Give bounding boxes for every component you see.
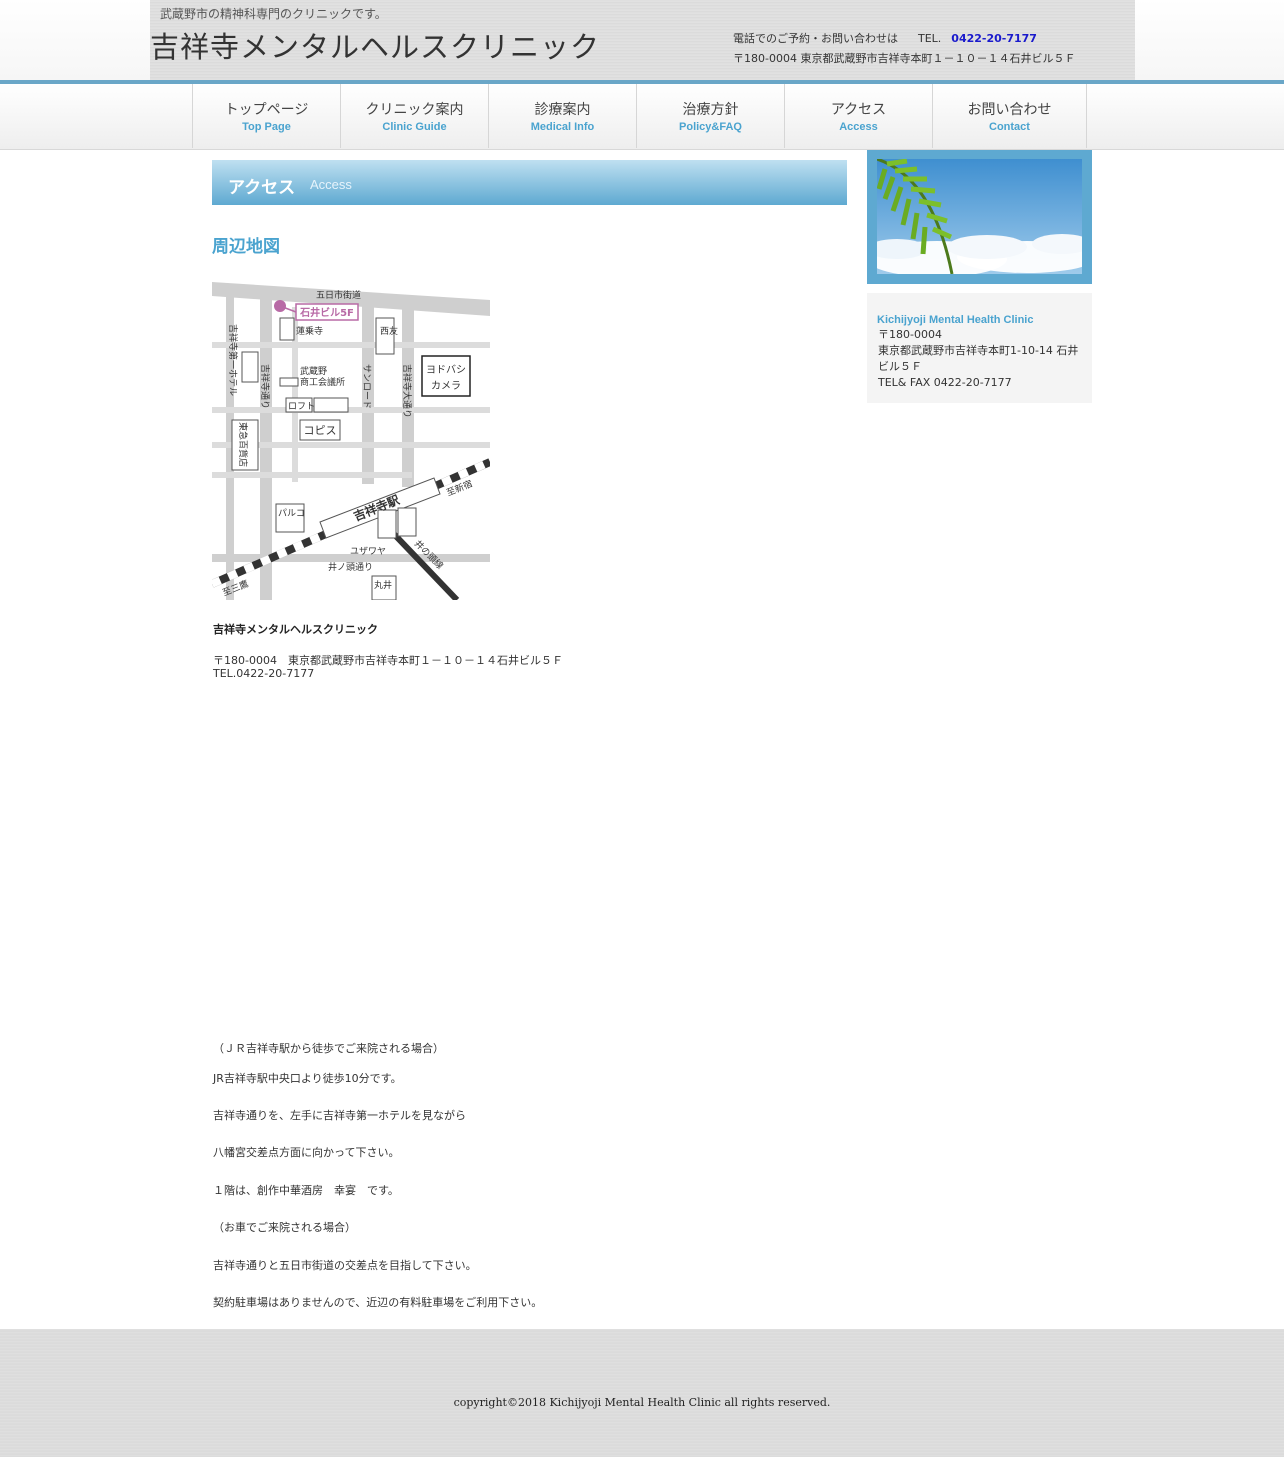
nav-label-jp: お問い合わせ xyxy=(967,102,1052,118)
header-contact: 電話でのご予約・お問い合わせは TEL. 0422-20-7177 xyxy=(733,30,1037,46)
header-address: 〒180-0004 東京都武蔵野市吉祥寺本町１－１０－１４石井ビル５Ｆ xyxy=(733,52,1076,65)
map-label-chamber: 商工会議所 xyxy=(300,376,345,388)
main-nav: トップページ Top Page クリニック案内 Clinic Guide 診療案… xyxy=(192,84,1087,148)
map-label-parco: パルコ xyxy=(278,508,305,519)
clinic-name: 吉祥寺メンタルヘルスクリニック xyxy=(213,623,378,636)
access-map: 五日市街道 石井ビル5F 蓮乗寺 西友 武蔵野 商工会議所 ヨドバシ カメラ ロ… xyxy=(212,282,490,600)
directions-line: 吉祥寺通りを、左手に吉祥寺第一ホテルを見ながら xyxy=(213,1109,466,1122)
nav-label-en: Clinic Guide xyxy=(382,121,447,133)
sidebar-info: Kichijyoji Mental Health Clinic 〒180-000… xyxy=(867,293,1092,403)
nav-label-en: Policy&FAQ xyxy=(679,121,742,133)
map-label-loft: ロフト xyxy=(288,402,315,412)
directions-line: １階は、創作中華酒房 幸宴 です。 xyxy=(213,1184,399,1197)
tel-label: TEL. xyxy=(918,32,942,45)
map-label-daiichi-hotel: 吉祥寺第一ホテル xyxy=(227,324,239,396)
map-label-coppice: コピス xyxy=(304,424,337,437)
directions-line: 八幡宮交差点方面に向かって下さい。 xyxy=(213,1146,400,1159)
nav-item-medical-info[interactable]: 診療案内 Medical Info xyxy=(489,84,637,148)
sidebar-photo-frame xyxy=(867,150,1092,284)
directions-line: （ＪＲ吉祥寺駅から徒歩でご来院される場合） xyxy=(213,1042,444,1055)
directions-line: JR吉祥寺駅中央口より徒歩10分です。 xyxy=(213,1072,402,1085)
sidebar-address: 東京都武蔵野市吉祥寺本町1-10-14 石井ビル５Ｆ xyxy=(878,344,1079,373)
site-title[interactable]: 吉祥寺メンタルヘルスクリニック xyxy=(150,24,600,66)
map-label-seiyu: 西友 xyxy=(380,325,398,337)
nav-label-jp: トップページ xyxy=(224,102,309,118)
nav-item-clinic-guide[interactable]: クリニック案内 Clinic Guide xyxy=(341,84,489,148)
directions-line: 契約駐車場はありませんので、近辺の有料駐車場をご利用下さい。 xyxy=(213,1296,543,1309)
map-label-camera: カメラ xyxy=(431,380,461,392)
nav-label-jp: アクセス xyxy=(830,102,887,118)
nav-item-policy-faq[interactable]: 治療方針 Policy&FAQ xyxy=(637,84,785,148)
map-clinic-building: 石井ビル5F xyxy=(299,306,354,319)
map-label-marui: 丸井 xyxy=(374,579,392,591)
nav-label-en: Top Page xyxy=(242,121,291,133)
header: 武蔵野市の精神科専門のクリニックです。 吉祥寺メンタルヘルスクリニック 電話での… xyxy=(150,0,1135,80)
nav-label-jp: 診療案内 xyxy=(534,102,591,118)
copyright: copyright©2018 Kichijyoji Mental Health … xyxy=(453,1396,831,1409)
map-label-yuzawaya: ユザワヤ xyxy=(350,546,386,557)
map-label-renjoji: 蓮乗寺 xyxy=(296,325,323,337)
sidebar-tel-fax: TEL& FAX 0422-20-7177 xyxy=(878,376,1012,389)
access-map-svg: 五日市街道 石井ビル5F 蓮乗寺 西友 武蔵野 商工会議所 ヨドバシ カメラ ロ… xyxy=(212,282,490,600)
clinic-address: 〒180-0004 東京都武蔵野市吉祥寺本町１－１０－１４石井ビル５Ｆ xyxy=(213,654,563,667)
sidebar-clinic-name: Kichijyoji Mental Health Clinic xyxy=(877,314,1034,326)
nav-item-top-page[interactable]: トップページ Top Page xyxy=(193,84,341,148)
directions-line: （お車でご来院される場合） xyxy=(213,1221,356,1234)
nav-label-en: Access xyxy=(839,121,878,133)
map-label-yodobashi: ヨドバシ xyxy=(426,364,466,376)
sidebar-postal: 〒180-0004 xyxy=(878,328,942,341)
page-heading-en: Access xyxy=(310,177,352,192)
clinic-tel: TEL.0422-20-7177 xyxy=(213,667,315,680)
nav-item-access[interactable]: アクセス Access xyxy=(785,84,933,148)
palm-sky-image xyxy=(877,159,1082,274)
contact-prefix: 電話でのご予約・お問い合わせは xyxy=(733,32,898,45)
page-heading: アクセス Access xyxy=(212,160,847,205)
header-tel-number[interactable]: 0422-20-7177 xyxy=(951,32,1037,45)
footer: copyright©2018 Kichijyoji Mental Health … xyxy=(0,1329,1284,1457)
map-road-itsukaichi: 五日市街道 xyxy=(316,289,361,301)
map-road-sunroad: サンロード xyxy=(361,364,372,409)
nav-bar: トップページ Top Page クリニック案内 Clinic Guide 診療案… xyxy=(0,84,1284,150)
nav-label-en: Medical Info xyxy=(530,121,595,133)
page-heading-jp: アクセス xyxy=(228,178,296,198)
map-road-kichijoji-odori: 吉祥寺大通り xyxy=(401,364,413,418)
sidebar-photo xyxy=(877,159,1082,274)
map-road-inokashira: 井ノ頭通り xyxy=(328,561,373,573)
directions-line: 吉祥寺通りと五日市街道の交差点を目指して下さい。 xyxy=(213,1259,477,1272)
nav-label-jp: 治療方針 xyxy=(682,102,739,118)
nav-item-contact[interactable]: お問い合わせ Contact xyxy=(933,84,1087,148)
nav-label-en: Contact xyxy=(989,121,1030,133)
tagline: 武蔵野市の精神科専門のクリニックです。 xyxy=(160,7,387,21)
nav-label-jp: クリニック案内 xyxy=(365,102,464,118)
map-label-musashino: 武蔵野 xyxy=(300,365,327,377)
section-title-map: 周辺地図 xyxy=(212,237,280,257)
map-label-tokyu: 東急百貨店 xyxy=(237,422,249,467)
map-road-kichijoji-dori: 吉祥寺通り xyxy=(259,364,271,409)
